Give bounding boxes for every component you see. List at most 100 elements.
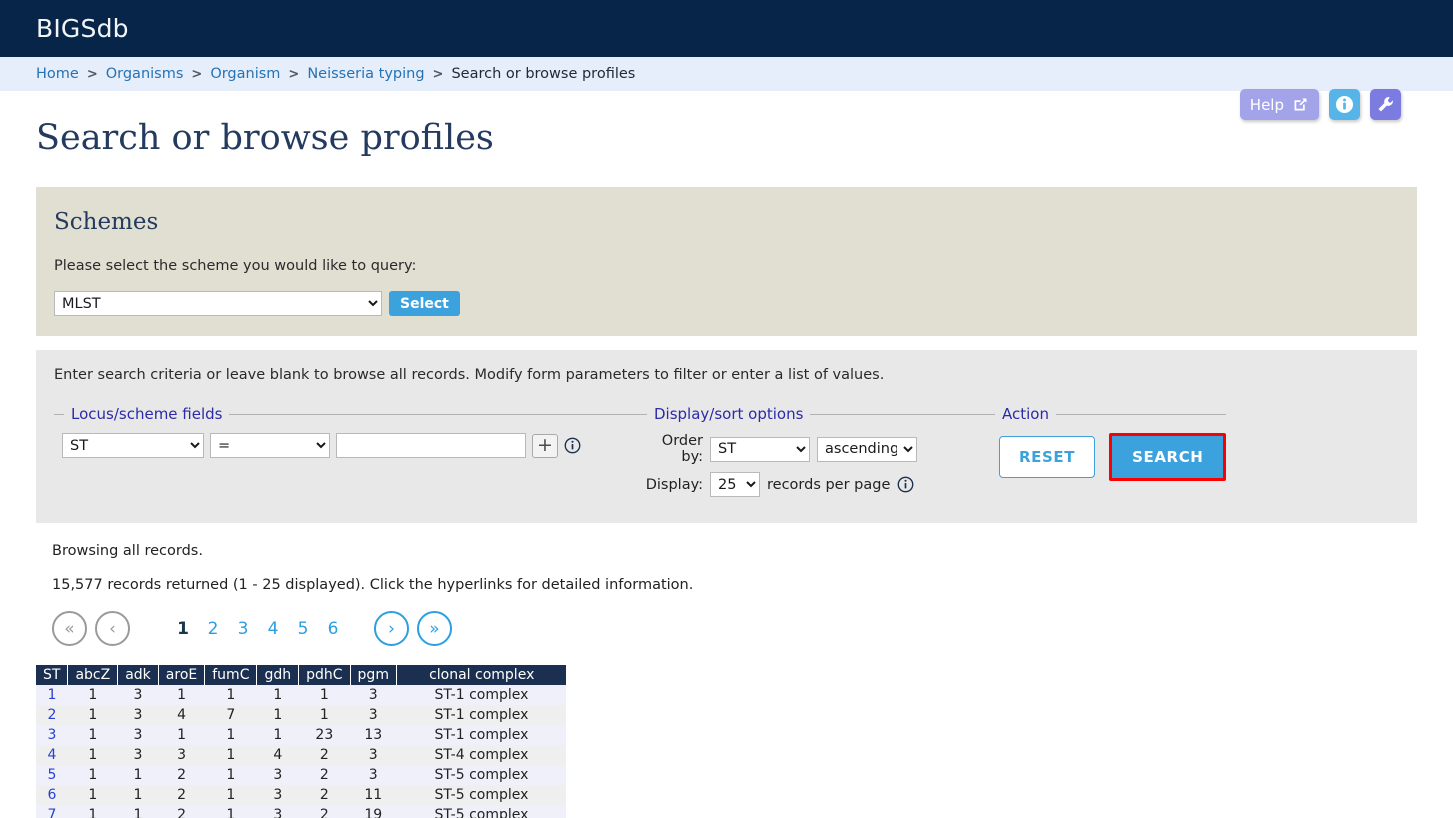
- table-cell: 1: [88, 747, 98, 763]
- locus-info-icon[interactable]: [564, 437, 581, 454]
- records-per-page-suffix: records per page: [767, 476, 891, 493]
- query-intro-text: Enter search criteria or leave blank to …: [54, 367, 885, 383]
- table-column-header: aroE: [158, 665, 206, 685]
- pagination-next-button[interactable]: ›: [374, 611, 409, 646]
- scheme-select-button[interactable]: Select: [389, 291, 460, 316]
- schemes-panel: Schemes Please select the scheme you wou…: [36, 187, 1417, 336]
- table-cell: 1: [226, 807, 236, 818]
- breadcrumb-item-search-or-browse-profiles: Search or browse profiles: [451, 66, 636, 82]
- pagination-first-button[interactable]: «: [52, 611, 87, 646]
- table-cell: 3: [133, 727, 143, 743]
- records-per-page-select[interactable]: 102550100: [710, 472, 760, 497]
- pagination-page-6[interactable]: 6: [318, 619, 348, 639]
- locus-fieldset-legend: Locus/scheme fields: [71, 405, 223, 423]
- table-cell: 3: [368, 707, 378, 723]
- table-cell: 1: [177, 727, 186, 743]
- table-cell: 3: [368, 687, 378, 703]
- app-brand: BIGSdb: [36, 14, 129, 43]
- locus-field-select[interactable]: ST: [62, 433, 204, 458]
- display-sort-fieldset: Display/sort options Order by: ST ascend…: [637, 405, 985, 504]
- table-row: 1 1 3 1 1 1 1 3 ST-1 complex: [36, 685, 567, 705]
- locus-value-input[interactable]: [336, 433, 526, 458]
- app-header: BIGSdb: [0, 0, 1453, 57]
- info-button[interactable]: [1329, 89, 1360, 120]
- table-header-row: ST abcZ adk aroE fumC gdh pdhC pgm clonal comple…: [36, 665, 567, 685]
- scheme-select[interactable]: MLST: [54, 291, 382, 316]
- table-cell: 3: [133, 707, 143, 723]
- table-cell: 1: [226, 747, 236, 763]
- schemes-prompt: Please select the scheme you would like …: [54, 258, 417, 274]
- table-cell-st-link[interactable]: 2: [36, 705, 68, 725]
- st-profile-link[interactable]: 7: [48, 807, 57, 818]
- table-cell: 3: [177, 747, 186, 763]
- table-cell: 3: [273, 787, 283, 803]
- st-profile-link[interactable]: 5: [48, 767, 57, 783]
- table-cell-st-link[interactable]: 6: [36, 785, 68, 805]
- order-by-select[interactable]: ST: [710, 436, 810, 462]
- table-cell: 2: [319, 787, 329, 803]
- table-cell: 2: [177, 807, 186, 818]
- table-cell: 3: [133, 747, 143, 763]
- pagination-prev-button[interactable]: ‹: [95, 611, 130, 646]
- query-panel: Enter search criteria or leave blank to …: [36, 350, 1417, 523]
- table-cell: 23: [315, 727, 334, 743]
- table-cell: 3: [273, 767, 283, 783]
- display-info-icon[interactable]: [897, 476, 914, 493]
- search-button[interactable]: SEARCH: [1112, 436, 1224, 478]
- pagination-page-3[interactable]: 3: [228, 619, 258, 639]
- table-cell: 1: [273, 687, 283, 703]
- table-cell-st-link[interactable]: 5: [36, 765, 68, 785]
- table-cell: 3: [273, 807, 283, 818]
- add-field-button[interactable]: +: [532, 433, 558, 458]
- reset-button[interactable]: RESET: [999, 436, 1096, 478]
- pagination-page-2[interactable]: 2: [198, 619, 228, 639]
- table-column-header: ST: [36, 665, 69, 685]
- tools-button[interactable]: [1370, 89, 1401, 120]
- st-profile-link[interactable]: 6: [48, 787, 57, 803]
- results-info: Browsing all records. 15,577 records ret…: [52, 543, 1453, 593]
- display-label: Display:: [645, 476, 703, 493]
- table-cell: 1: [88, 787, 98, 803]
- breadcrumb-separator: >: [288, 66, 300, 82]
- display-fieldset-legend: Display/sort options: [654, 405, 804, 423]
- table-row: 3 1 3 1 1 1 23 13 ST-1 complex: [36, 725, 567, 745]
- table-cell-st-link[interactable]: 4: [36, 745, 68, 765]
- st-profile-link[interactable]: 1: [48, 687, 57, 703]
- table-cell-st-link[interactable]: 7: [36, 805, 68, 818]
- table-cell: 19: [364, 807, 383, 818]
- st-profile-link[interactable]: 3: [48, 727, 57, 743]
- breadcrumb-item-home[interactable]: Home: [36, 66, 79, 82]
- order-by-label: Order by:: [661, 433, 703, 465]
- pagination-page-4[interactable]: 4: [258, 619, 288, 639]
- table-column-header: adk: [117, 665, 159, 685]
- breadcrumb-item-organism[interactable]: Organism: [210, 66, 280, 82]
- pagination-last-button[interactable]: »: [417, 611, 452, 646]
- breadcrumb-item-organisms[interactable]: Organisms: [106, 66, 184, 82]
- browsing-status-text: Browsing all records.: [52, 543, 203, 559]
- table-column-header: clonal complex: [396, 665, 567, 685]
- table-cell: ST-1 complex: [434, 707, 529, 723]
- table-cell: 1: [226, 687, 236, 703]
- st-profile-link[interactable]: 4: [48, 747, 57, 763]
- table-cell: 1: [226, 727, 236, 743]
- pagination-page-1: 1: [177, 618, 189, 639]
- table-cell-st-link[interactable]: 1: [36, 685, 68, 705]
- st-profile-link[interactable]: 2: [48, 707, 57, 723]
- table-cell: 2: [319, 767, 329, 783]
- page-title: Search or browse profiles: [36, 118, 494, 158]
- breadcrumb-item-neisseria-typing[interactable]: Neisseria typing: [307, 66, 424, 82]
- help-button-label: Help: [1249, 95, 1284, 114]
- table-cell: 13: [364, 727, 383, 743]
- help-button[interactable]: Help: [1239, 89, 1319, 120]
- locus-scheme-fieldset: Locus/scheme fields ST = +: [54, 405, 637, 458]
- table-cell: 1: [273, 707, 283, 723]
- table-cell-st-link[interactable]: 3: [36, 725, 68, 745]
- pagination-page-5[interactable]: 5: [288, 619, 318, 639]
- table-column-header: abcZ: [67, 665, 119, 685]
- table-cell: 1: [88, 807, 98, 818]
- table-cell: 4: [177, 707, 186, 723]
- locus-operator-select[interactable]: =: [210, 433, 330, 458]
- table-cell: 4: [273, 747, 283, 763]
- breadcrumb-separator: >: [432, 66, 444, 82]
- sort-direction-select[interactable]: ascendingdescending: [817, 436, 917, 462]
